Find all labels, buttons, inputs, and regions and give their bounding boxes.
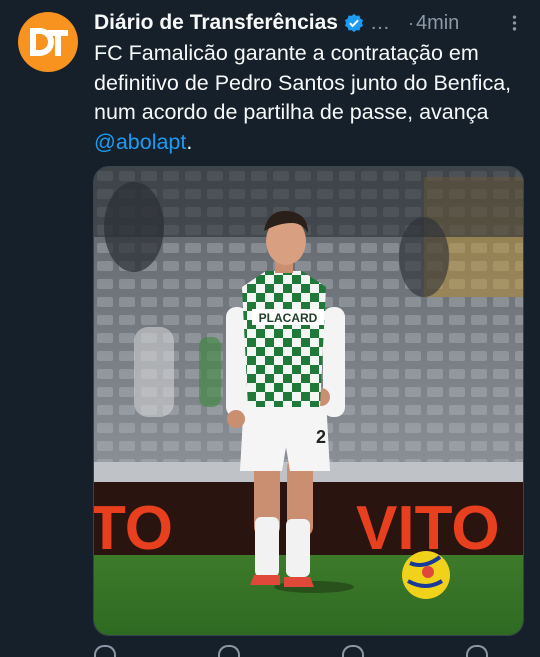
tweet-text: FC Famalicão garante a contratação em de… — [94, 39, 524, 157]
handle-truncated[interactable]: … — [370, 12, 390, 35]
more-options-icon[interactable] — [500, 10, 528, 36]
tweet-end: . — [186, 129, 193, 154]
tweet-body: FC Famalicão garante a contratação em de… — [94, 41, 512, 124]
views-icon[interactable] — [466, 645, 488, 657]
football-player-photo: TO VITO 2 PLACARD — [94, 167, 523, 635]
dt-logo-icon — [30, 28, 68, 56]
action-bar-partial — [94, 645, 528, 657]
mention-link[interactable]: @abolapt — [94, 130, 186, 154]
timestamp[interactable]: 4min — [416, 12, 459, 35]
reply-icon[interactable] — [94, 645, 116, 657]
display-name[interactable]: Diário de Transferências — [94, 11, 338, 35]
tweet-photo[interactable]: TO VITO 2 PLACARD — [93, 166, 524, 636]
banner-text-left: TO — [94, 494, 173, 563]
shorts-number: 2 — [316, 427, 326, 447]
tweet-header: Diário de Transferências … · 4min — [94, 10, 528, 36]
like-icon[interactable] — [342, 645, 364, 657]
avatar[interactable] — [18, 12, 78, 72]
verified-badge-icon — [344, 13, 364, 33]
separator-dot: · — [407, 12, 414, 33]
shirt-sponsor: PLACARD — [259, 311, 318, 325]
retweet-icon[interactable] — [218, 645, 240, 657]
